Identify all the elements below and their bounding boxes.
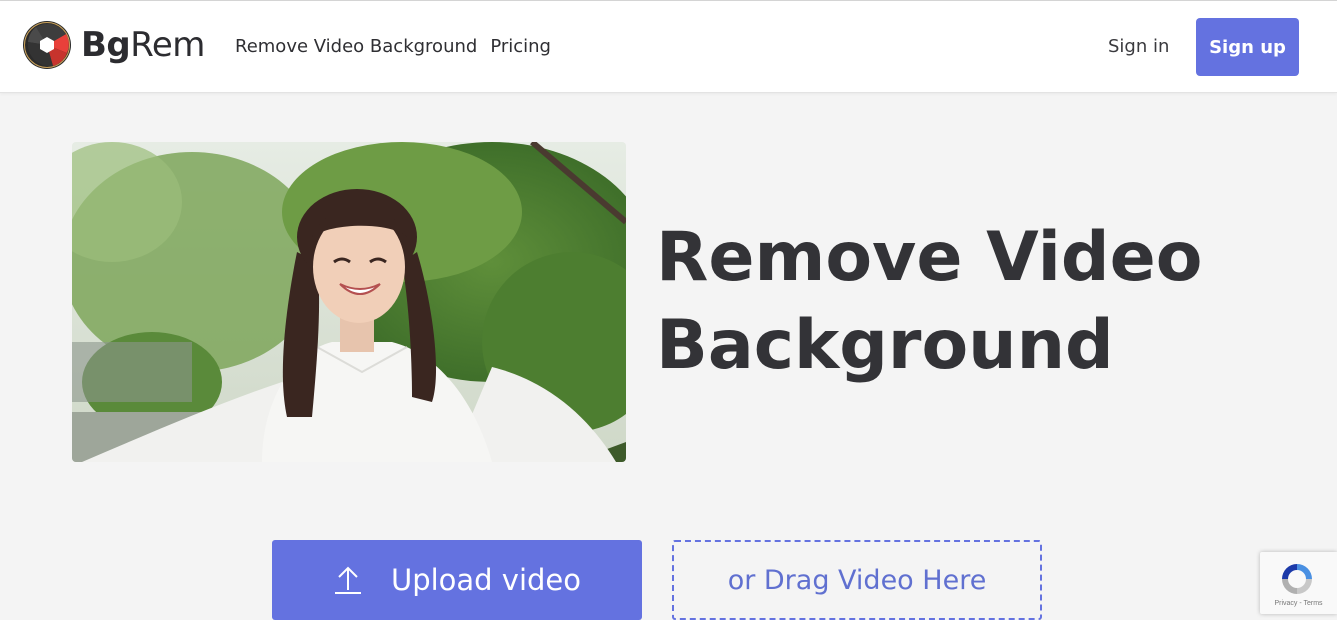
recaptcha-icon — [1282, 564, 1312, 594]
recaptcha-badge[interactable]: Privacy - Terms — [1260, 552, 1337, 614]
drag-drop-label: or Drag Video Here — [727, 564, 987, 596]
hero-title: Remove Video Background — [656, 214, 1296, 390]
upload-arrow-icon — [334, 566, 361, 594]
hero-image — [72, 142, 626, 462]
sign-up-button[interactable]: Sign up — [1196, 18, 1299, 76]
nav-remove-video-background[interactable]: Remove Video Background — [235, 34, 477, 60]
recaptcha-footer[interactable]: Privacy - Terms — [1260, 600, 1337, 607]
upload-video-label: Upload video — [390, 563, 582, 597]
drag-drop-zone[interactable]: or Drag Video Here — [672, 540, 1042, 620]
brand-name: BgRem — [81, 20, 205, 70]
site-header: BgRem Remove Video Background Pricing Si… — [0, 1, 1337, 93]
brand-logo[interactable]: BgRem — [22, 20, 205, 70]
main-nav: Remove Video Background Pricing — [235, 34, 551, 60]
brand-name-bold: Bg — [81, 25, 131, 65]
sign-in-link[interactable]: Sign in — [1108, 34, 1169, 60]
hero-title-line-2: Background — [656, 306, 1114, 385]
hero-title-line-1: Remove Video — [656, 218, 1203, 297]
upload-video-button[interactable]: Upload video — [272, 540, 642, 620]
brand-name-light: Rem — [130, 25, 205, 65]
hero-photo — [72, 142, 626, 462]
bgrem-logo-icon — [23, 21, 71, 69]
nav-pricing[interactable]: Pricing — [490, 34, 551, 60]
